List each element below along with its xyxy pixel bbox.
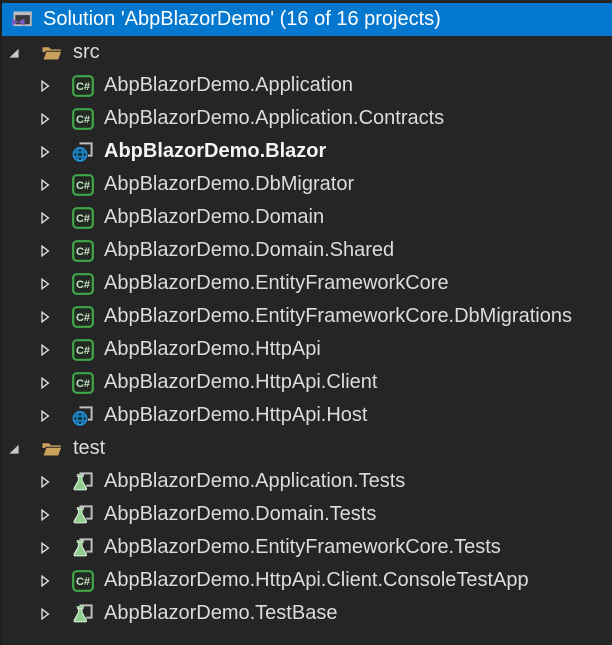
svg-text:C#: C# <box>76 180 90 192</box>
node-label: AbpBlazorDemo.EntityFrameworkCore <box>104 267 449 300</box>
svg-text:C#: C# <box>76 81 90 93</box>
csharp-project-icon: C# <box>71 305 95 329</box>
node-label: AbpBlazorDemo.Domain.Tests <box>104 498 376 531</box>
svg-text:C#: C# <box>76 312 90 324</box>
node-label: test <box>73 432 105 465</box>
svg-text:C#: C# <box>76 345 90 357</box>
csharp-project-icon: C# <box>71 173 95 197</box>
collapsed-arrow-icon[interactable] <box>37 408 53 424</box>
project-row-abpblazordemo-httpapi-host[interactable]: AbpBlazorDemo.HttpApi.Host <box>2 399 612 432</box>
csharp-project-icon: C# <box>71 569 95 593</box>
svg-text:C#: C# <box>76 279 90 291</box>
test-project-icon <box>71 602 95 626</box>
solution-icon <box>10 8 34 32</box>
solution-explorer-tree: Solution 'AbpBlazorDemo' (16 of 16 proje… <box>0 0 612 645</box>
collapsed-arrow-icon[interactable] <box>37 243 53 259</box>
solution-row[interactable]: Solution 'AbpBlazorDemo' (16 of 16 proje… <box>2 3 612 36</box>
node-label: AbpBlazorDemo.Application.Tests <box>104 465 405 498</box>
project-row-abpblazordemo-httpapi-client[interactable]: C# AbpBlazorDemo.HttpApi.Client <box>2 366 612 399</box>
test-project-icon <box>71 470 95 494</box>
node-label: AbpBlazorDemo.Blazor <box>104 135 326 168</box>
svg-text:C#: C# <box>76 114 90 126</box>
node-label: AbpBlazorDemo.Domain <box>104 201 324 234</box>
node-label: AbpBlazorDemo.Application <box>104 69 353 102</box>
node-label: Solution 'AbpBlazorDemo' (16 of 16 proje… <box>43 3 441 36</box>
node-label: AbpBlazorDemo.EntityFrameworkCore.DbMigr… <box>104 300 572 333</box>
csharp-project-icon: C# <box>71 338 95 362</box>
node-label: AbpBlazorDemo.HttpApi.Client.ConsoleTest… <box>104 564 529 597</box>
csharp-project-icon: C# <box>71 107 95 131</box>
collapsed-arrow-icon[interactable] <box>37 177 53 193</box>
collapsed-arrow-icon[interactable] <box>37 111 53 127</box>
csharp-project-icon: C# <box>71 239 95 263</box>
collapsed-arrow-icon[interactable] <box>37 210 53 226</box>
project-row-abpblazordemo-entityframeworkcore[interactable]: C# AbpBlazorDemo.EntityFrameworkCore <box>2 267 612 300</box>
node-label: src <box>73 36 100 69</box>
collapsed-arrow-icon[interactable] <box>37 540 53 556</box>
collapsed-arrow-icon[interactable] <box>37 276 53 292</box>
collapsed-arrow-icon[interactable] <box>37 573 53 589</box>
open-folder-icon <box>40 437 64 461</box>
csharp-project-icon: C# <box>71 206 95 230</box>
web-project-icon <box>71 404 95 428</box>
project-row-abpblazordemo-application-contracts[interactable]: C# AbpBlazorDemo.Application.Contracts <box>2 102 612 135</box>
open-folder-icon <box>40 41 64 65</box>
csharp-project-icon: C# <box>71 74 95 98</box>
expanded-arrow-icon[interactable] <box>6 45 22 61</box>
project-row-abpblazordemo-blazor[interactable]: AbpBlazorDemo.Blazor <box>2 135 612 168</box>
csharp-project-icon: C# <box>71 371 95 395</box>
collapsed-arrow-icon[interactable] <box>37 309 53 325</box>
tree-rows: Solution 'AbpBlazorDemo' (16 of 16 proje… <box>2 3 612 630</box>
node-label: AbpBlazorDemo.HttpApi.Host <box>104 399 367 432</box>
node-label: AbpBlazorDemo.HttpApi.Client <box>104 366 377 399</box>
project-row-abpblazordemo-entityframeworkcore-tests[interactable]: AbpBlazorDemo.EntityFrameworkCore.Tests <box>2 531 612 564</box>
project-row-abpblazordemo-domain[interactable]: C# AbpBlazorDemo.Domain <box>2 201 612 234</box>
web-project-icon <box>71 140 95 164</box>
folder-row-test[interactable]: test <box>2 432 612 465</box>
csharp-project-icon: C# <box>71 272 95 296</box>
collapsed-arrow-icon[interactable] <box>37 375 53 391</box>
folder-row-src[interactable]: src <box>2 36 612 69</box>
svg-text:C#: C# <box>76 576 90 588</box>
project-row-abpblazordemo-application-tests[interactable]: AbpBlazorDemo.Application.Tests <box>2 465 612 498</box>
svg-text:C#: C# <box>76 213 90 225</box>
node-label: AbpBlazorDemo.DbMigrator <box>104 168 354 201</box>
collapsed-arrow-icon[interactable] <box>37 474 53 490</box>
node-label: AbpBlazorDemo.TestBase <box>104 597 337 630</box>
collapsed-arrow-icon[interactable] <box>37 507 53 523</box>
project-row-abpblazordemo-httpapi[interactable]: C# AbpBlazorDemo.HttpApi <box>2 333 612 366</box>
test-project-icon <box>71 503 95 527</box>
node-label: AbpBlazorDemo.Domain.Shared <box>104 234 394 267</box>
project-row-abpblazordemo-entityframeworkcore-dbmigrations[interactable]: C# AbpBlazorDemo.EntityFrameworkCore.DbM… <box>2 300 612 333</box>
svg-text:C#: C# <box>76 246 90 258</box>
project-row-abpblazordemo-domain-tests[interactable]: AbpBlazorDemo.Domain.Tests <box>2 498 612 531</box>
project-row-abpblazordemo-testbase[interactable]: AbpBlazorDemo.TestBase <box>2 597 612 630</box>
collapsed-arrow-icon[interactable] <box>37 78 53 94</box>
node-label: AbpBlazorDemo.Application.Contracts <box>104 102 444 135</box>
svg-text:C#: C# <box>76 378 90 390</box>
project-row-abpblazordemo-application[interactable]: C# AbpBlazorDemo.Application <box>2 69 612 102</box>
node-label: AbpBlazorDemo.EntityFrameworkCore.Tests <box>104 531 501 564</box>
collapsed-arrow-icon[interactable] <box>37 606 53 622</box>
collapsed-arrow-icon[interactable] <box>37 342 53 358</box>
test-project-icon <box>71 536 95 560</box>
collapsed-arrow-icon[interactable] <box>37 144 53 160</box>
project-row-abpblazordemo-httpapi-client-consoletestapp[interactable]: C# AbpBlazorDemo.HttpApi.Client.ConsoleT… <box>2 564 612 597</box>
expanded-arrow-icon[interactable] <box>6 441 22 457</box>
project-row-abpblazordemo-domain-shared[interactable]: C# AbpBlazorDemo.Domain.Shared <box>2 234 612 267</box>
project-row-abpblazordemo-dbmigrator[interactable]: C# AbpBlazorDemo.DbMigrator <box>2 168 612 201</box>
node-label: AbpBlazorDemo.HttpApi <box>104 333 321 366</box>
